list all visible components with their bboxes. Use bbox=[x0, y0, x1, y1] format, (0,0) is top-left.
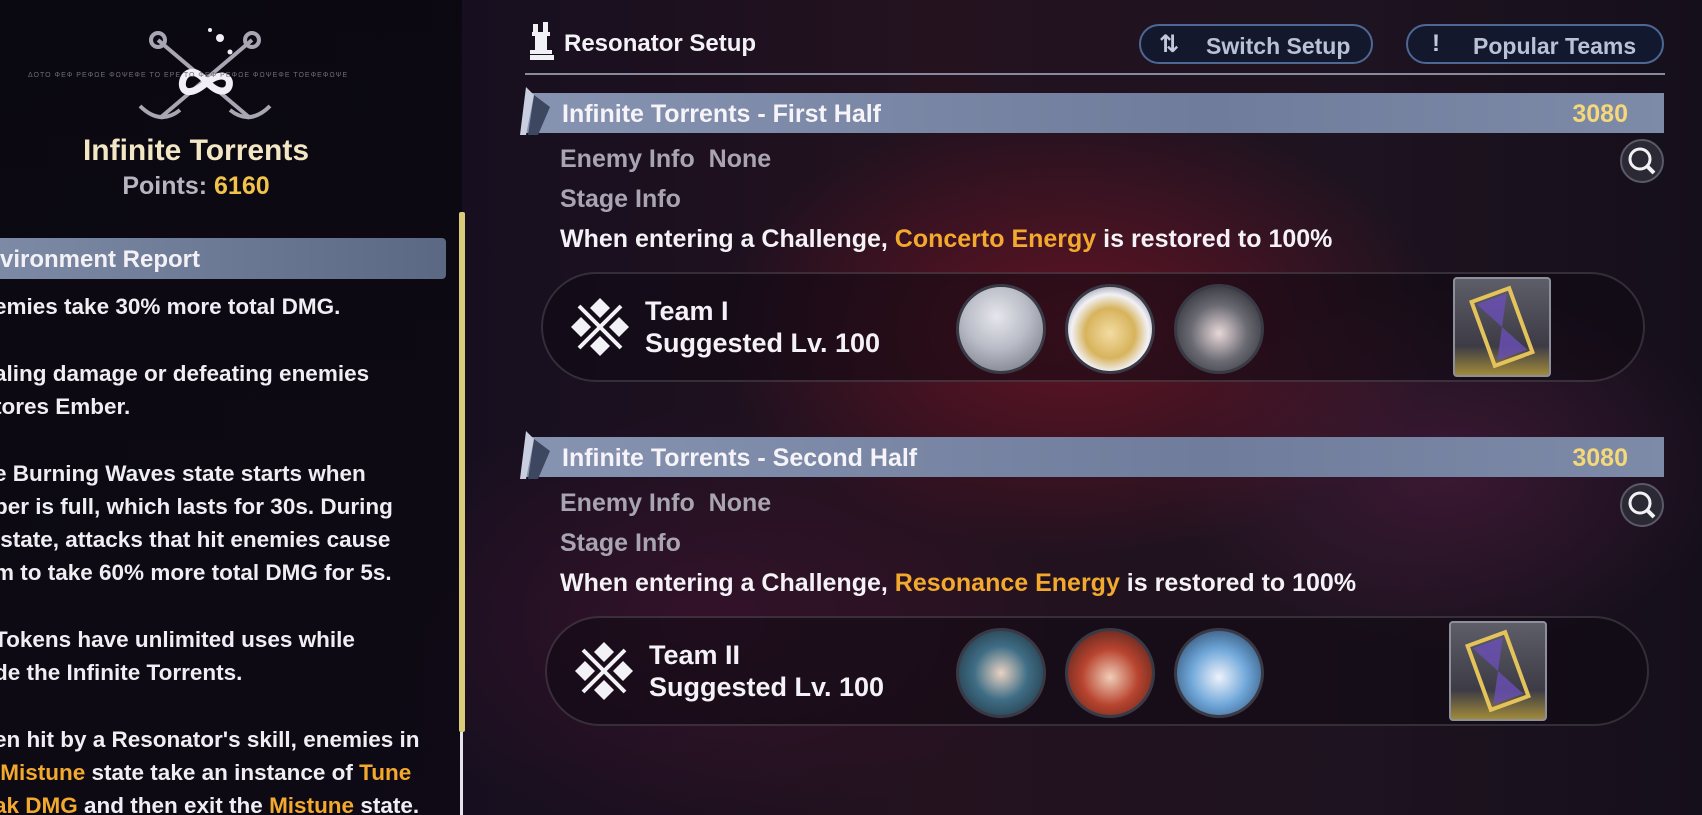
search-icon bbox=[1628, 491, 1656, 519]
stage-points: 3080 bbox=[1572, 100, 1628, 128]
enemy-info-search-button[interactable] bbox=[1620, 139, 1664, 183]
stage-header-second-half: Infinite Torrents - Second Half 3080 bbox=[520, 431, 1664, 479]
switch-setup-label: Switch Setup bbox=[1206, 33, 1351, 59]
exclamation-icon: ! bbox=[1432, 30, 1440, 57]
team-card-2[interactable]: Team II Suggested Lv. 100 bbox=[545, 616, 1649, 726]
stage-points: 3080 bbox=[1572, 444, 1628, 472]
popular-teams-button[interactable]: ! Popular Teams bbox=[1406, 24, 1664, 64]
page-title: Resonator Setup bbox=[564, 30, 757, 57]
environment-report-title: vironment Report bbox=[0, 246, 201, 273]
emblem-inscription: ΔΟΤΟ ΦΕΦ ΡΕΦΩΕ ΦΩΨΕΦΕ ΤΟ ΕΡΕ ΤΟ ΦΕΦ ΡΕΦΩ… bbox=[28, 72, 349, 79]
stage-header-first-half: Infinite Torrents - First Half 3080 bbox=[520, 87, 1664, 135]
environment-report-header: vironment Report bbox=[0, 238, 446, 279]
team-suggested-level: Suggested Lv. 100 bbox=[645, 328, 881, 358]
resonator-avatar[interactable] bbox=[1174, 284, 1264, 374]
points-value: 6160 bbox=[214, 172, 270, 200]
env-effect-2: aling damage or defeating enemies tores … bbox=[0, 361, 370, 419]
enemy-info: Enemy Info None bbox=[560, 489, 772, 517]
stage-condition: When entering a Challenge, Resonance Ene… bbox=[560, 569, 1357, 597]
echo-item-card[interactable] bbox=[1453, 277, 1551, 377]
team-card-1[interactable]: Team I Suggested Lv. 100 bbox=[541, 272, 1645, 382]
team-crest-icon bbox=[575, 642, 633, 700]
event-title: Infinite Torrents bbox=[82, 134, 310, 167]
points-label: Points: bbox=[122, 172, 208, 200]
stage-flag-icon bbox=[520, 87, 550, 135]
popular-teams-label: Popular Teams bbox=[1473, 33, 1637, 59]
swap-vertical-icon: ⇅ bbox=[1159, 31, 1180, 58]
scrollbar[interactable] bbox=[459, 212, 465, 732]
stage-title: Infinite Torrents - Second Half bbox=[562, 444, 918, 472]
header-divider bbox=[525, 73, 1665, 75]
resonator-avatar[interactable] bbox=[1065, 628, 1155, 718]
env-effect-5: en hit by a Resonator's skill, enemies i… bbox=[0, 727, 420, 815]
resonator-avatar[interactable] bbox=[956, 628, 1046, 718]
resonator-avatar[interactable] bbox=[956, 284, 1046, 374]
team-crest-icon bbox=[571, 298, 629, 356]
team-name: Team I bbox=[645, 296, 729, 326]
stage-info-label: Stage Info bbox=[560, 529, 681, 557]
environment-report-body: emies take 30% more total DMG. aling dam… bbox=[0, 290, 440, 815]
stage-flag-icon bbox=[520, 431, 550, 479]
team-name: Team II bbox=[649, 640, 741, 670]
env-effect-3: e Burning Waves state starts when ber is… bbox=[0, 461, 393, 585]
env-effect-1: emies take 30% more total DMG. bbox=[0, 294, 341, 319]
challenge-info-panel: ΔΟΤΟ ΦΕΦ ΡΕΦΩΕ ΦΩΨΕΦΕ ΤΟ ΕΡΕ ΤΟ ΦΕΦ ΡΕΦΩ… bbox=[0, 0, 465, 815]
scrollbar-rest bbox=[460, 732, 463, 815]
enemy-info-search-button[interactable] bbox=[1620, 483, 1664, 527]
stage-condition: When entering a Challenge, Concerto Ener… bbox=[560, 225, 1333, 253]
stage-title: Infinite Torrents - First Half bbox=[562, 100, 881, 128]
stage-info-label: Stage Info bbox=[560, 185, 681, 213]
enemy-info: Enemy Info None bbox=[560, 145, 772, 173]
team-suggested-level: Suggested Lv. 100 bbox=[649, 672, 885, 702]
env-effect-4: Tokens have unlimited uses while de the … bbox=[0, 627, 355, 685]
total-points: Points: 6160 bbox=[0, 172, 392, 201]
resonator-avatar[interactable] bbox=[1174, 628, 1264, 718]
hourglass-icon bbox=[1465, 629, 1531, 713]
echo-item-card[interactable] bbox=[1449, 621, 1547, 721]
resonator-avatar[interactable] bbox=[1065, 284, 1155, 374]
switch-setup-button[interactable]: ⇅ Switch Setup bbox=[1139, 24, 1373, 64]
chess-rook-icon bbox=[530, 22, 554, 60]
hourglass-icon bbox=[1469, 285, 1535, 369]
search-icon bbox=[1628, 147, 1656, 175]
